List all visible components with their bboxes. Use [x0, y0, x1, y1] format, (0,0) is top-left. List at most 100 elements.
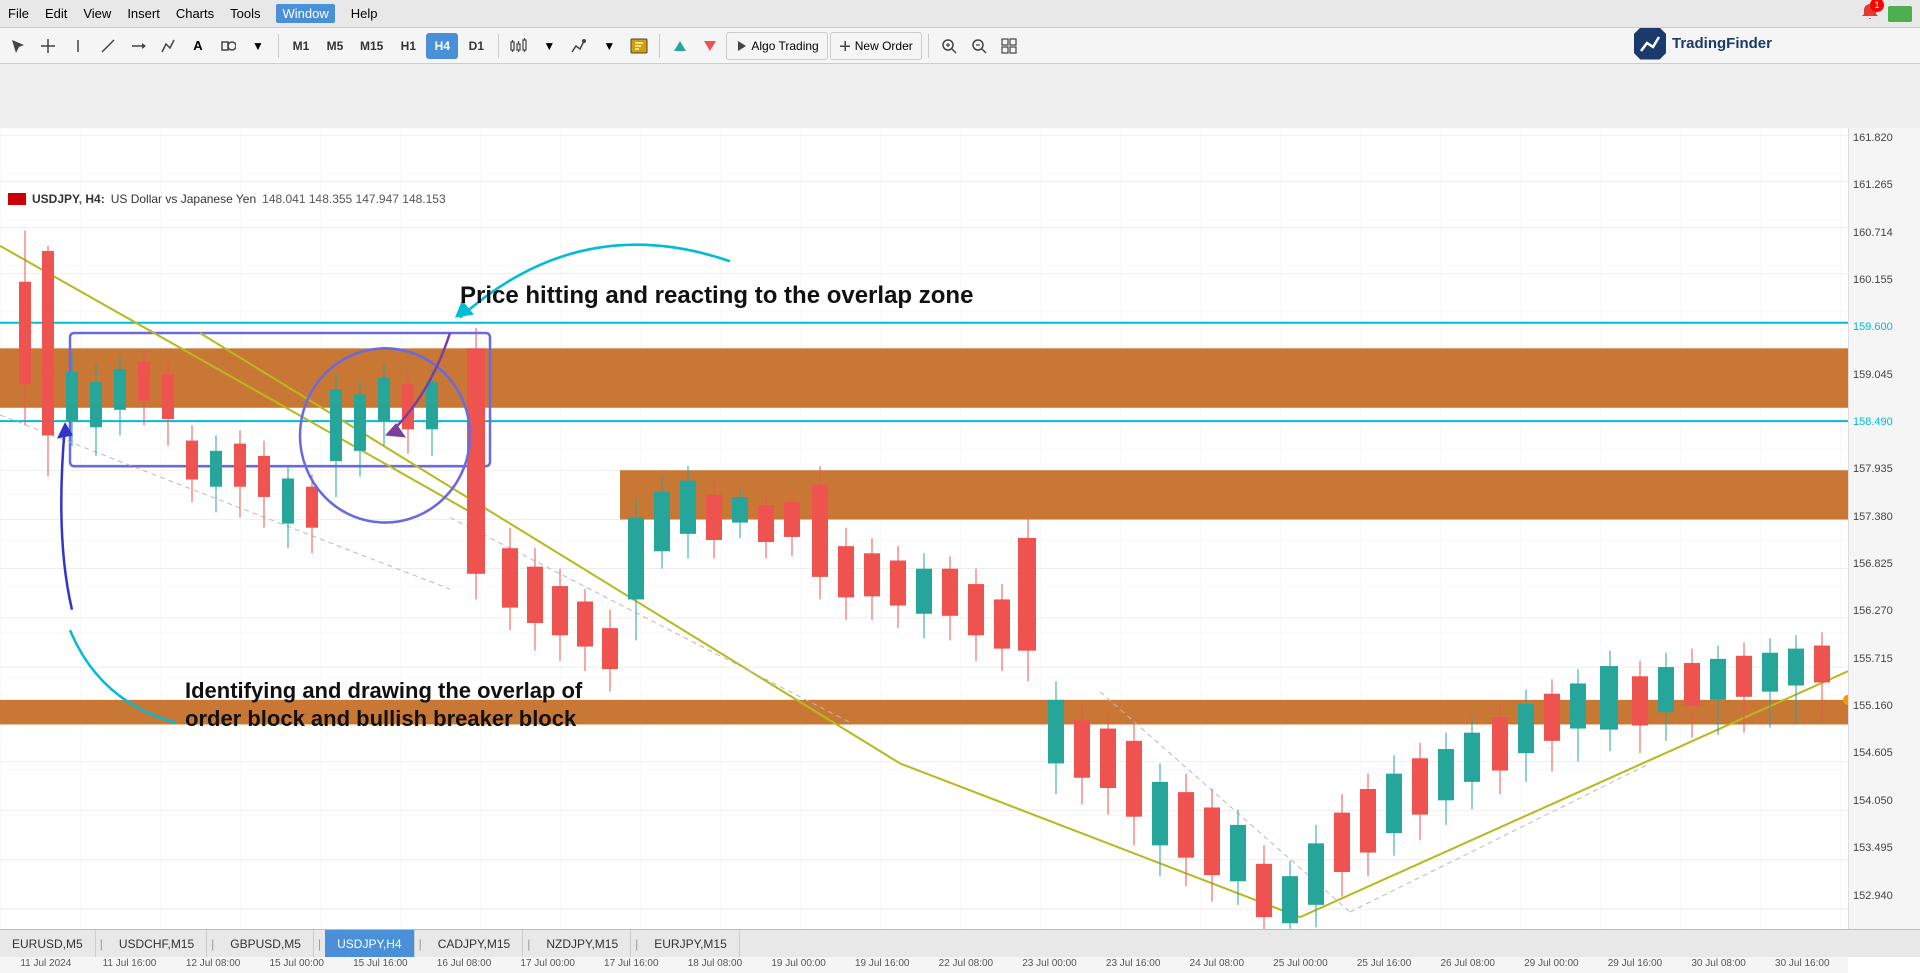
price-158490: 158.490 — [1853, 416, 1916, 428]
price-scale: 161.820 161.265 160.714 160.155 159.600 … — [1848, 128, 1920, 953]
menu-item-charts[interactable]: Charts — [176, 6, 214, 21]
new-order-btn[interactable]: New Order — [830, 32, 922, 60]
tab-nzdjpy[interactable]: NZDJPY,M15 — [534, 930, 631, 957]
time-jul22-0800: 22 Jul 08:00 — [924, 958, 1008, 969]
top-orange-zone — [0, 348, 1848, 407]
time-jul11-1600: 11 Jul 16:00 — [88, 958, 172, 969]
price-160155: 160.155 — [1853, 274, 1916, 286]
time-jul17-0000: 17 Jul 00:00 — [506, 958, 590, 969]
tab-eurusd[interactable]: EURUSD,M5 — [0, 930, 96, 957]
time-jul29-1600: 29 Jul 16:00 — [1593, 958, 1677, 969]
price-154050: 154.050 — [1853, 795, 1916, 807]
time-jul18-0800: 18 Jul 08:00 — [673, 958, 757, 969]
toolbar: A ▼ M1 M5 M15 H1 H4 D1 ▼ ▼ Algo Trading … — [0, 28, 1920, 64]
indicators-btn[interactable] — [565, 32, 593, 60]
time-jul26-0800: 26 Jul 08:00 — [1426, 958, 1510, 969]
annotation-text-2: Identifying and drawing the overlap of o… — [185, 648, 582, 734]
menu-item-window[interactable]: Window — [276, 4, 334, 23]
menu-item-file[interactable]: File — [8, 6, 29, 21]
tf-d1[interactable]: D1 — [460, 33, 492, 59]
indicators-dropdown[interactable]: ▼ — [595, 32, 623, 60]
time-jul12-0800: 12 Jul 08:00 — [171, 958, 255, 969]
text-tool[interactable]: A — [184, 32, 212, 60]
menu-item-insert[interactable]: Insert — [127, 6, 160, 21]
tab-usdchf[interactable]: USDCHF,M15 — [107, 930, 207, 957]
middle-orange-zone — [620, 470, 1848, 519]
account-indicator[interactable] — [1888, 6, 1912, 22]
price-161265: 161.265 — [1853, 179, 1916, 191]
price-157380: 157.380 — [1853, 511, 1916, 523]
tf-h1[interactable]: H1 — [392, 33, 424, 59]
shape-tool-dropdown[interactable]: ▼ — [244, 32, 272, 60]
tf-m1[interactable]: M1 — [285, 33, 317, 59]
price-153495: 153.495 — [1853, 842, 1916, 854]
separator-3 — [659, 34, 660, 58]
logo-icon — [1634, 28, 1666, 60]
grid-btn[interactable] — [995, 32, 1023, 60]
time-jul16-0800: 16 Jul 08:00 — [422, 958, 506, 969]
ray-tool[interactable] — [124, 32, 152, 60]
tab-eurjpy[interactable]: EURJPY,M15 — [642, 930, 739, 957]
tf-h4[interactable]: H4 — [426, 33, 458, 59]
price-159045: 159.045 — [1853, 369, 1916, 381]
time-jul17-1600: 17 Jul 16:00 — [589, 958, 673, 969]
polyline-tool[interactable] — [154, 32, 182, 60]
separator-1 — [278, 34, 279, 58]
tab-bar: EURUSD,M5 | USDCHF,M15 | GBPUSD,M5 | USD… — [0, 929, 1920, 957]
tf-m15[interactable]: M15 — [353, 33, 390, 59]
logo-text: TradingFinder — [1672, 35, 1772, 52]
separator-4 — [928, 34, 929, 58]
chart-svg[interactable] — [0, 128, 1848, 953]
price-157935: 157.935 — [1853, 463, 1916, 475]
crosshair-tool[interactable] — [34, 32, 62, 60]
algo-trading-btn[interactable]: Algo Trading — [726, 32, 827, 60]
template-btn[interactable] — [625, 32, 653, 60]
price-160714: 160.714 — [1853, 227, 1916, 239]
time-jul29-0000: 29 Jul 00:00 — [1510, 958, 1594, 969]
time-jul23-1600: 23 Jul 16:00 — [1091, 958, 1175, 969]
time-jul25-0000: 25 Jul 00:00 — [1259, 958, 1343, 969]
time-jul24-0800: 24 Jul 08:00 — [1175, 958, 1259, 969]
price-154605: 154.605 — [1853, 747, 1916, 759]
tab-gbpusd[interactable]: GBPUSD,M5 — [218, 930, 314, 957]
time-jul15-1600: 15 Jul 16:00 — [339, 958, 423, 969]
time-jul19-1600: 19 Jul 16:00 — [840, 958, 924, 969]
chart-type-btn[interactable] — [505, 32, 533, 60]
tab-usdjpy[interactable]: USDJPY,H4 — [325, 930, 414, 957]
notification-count: 1 — [1870, 0, 1884, 12]
separator-2 — [498, 34, 499, 58]
buy-btn[interactable] — [666, 32, 694, 60]
price-159600: 159.600 — [1853, 321, 1916, 333]
shape-tool[interactable] — [214, 32, 242, 60]
menu-item-help[interactable]: Help — [351, 6, 378, 21]
menu-item-edit[interactable]: Edit — [45, 6, 67, 21]
zoom-in-btn[interactable] — [935, 32, 963, 60]
price-161820: 161.820 — [1853, 132, 1916, 144]
menu-item-tools[interactable]: Tools — [230, 6, 260, 21]
menu-item-view[interactable]: View — [83, 6, 111, 21]
price-155715: 155.715 — [1853, 653, 1916, 665]
cursor-tool[interactable] — [4, 32, 32, 60]
price-155160: 155.160 — [1853, 700, 1916, 712]
line-tool[interactable] — [94, 32, 122, 60]
menu-bar: File Edit View Insert Charts Tools Windo… — [0, 0, 1920, 28]
chart-area[interactable]: USDJPY, H4: US Dollar vs Japanese Yen 14… — [0, 128, 1920, 973]
time-jul15-0000: 15 Jul 00:00 — [255, 958, 339, 969]
tf-m5[interactable]: M5 — [319, 33, 351, 59]
time-jul23-0000: 23 Jul 00:00 — [1008, 958, 1092, 969]
time-jul30-0800: 30 Jul 08:00 — [1677, 958, 1761, 969]
time-jul19-0000: 19 Jul 00:00 — [757, 958, 841, 969]
vertical-line-tool[interactable] — [64, 32, 92, 60]
price-152940: 152.940 — [1853, 890, 1916, 902]
zoom-out-btn[interactable] — [965, 32, 993, 60]
chart-type-dropdown[interactable]: ▼ — [535, 32, 563, 60]
price-156270: 156.270 — [1853, 605, 1916, 617]
time-jul25-1600: 25 Jul 16:00 — [1342, 958, 1426, 969]
tab-cadjpy[interactable]: CADJPY,M15 — [426, 930, 523, 957]
sell-btn[interactable] — [696, 32, 724, 60]
price-156825: 156.825 — [1853, 558, 1916, 570]
time-jul11: 11 Jul 2024 — [4, 958, 88, 969]
time-jul30-1600: 30 Jul 16:00 — [1760, 958, 1844, 969]
annotation-text-1: Price hitting and reacting to the overla… — [460, 280, 973, 311]
notification-bell[interactable]: 1 — [1860, 2, 1880, 25]
